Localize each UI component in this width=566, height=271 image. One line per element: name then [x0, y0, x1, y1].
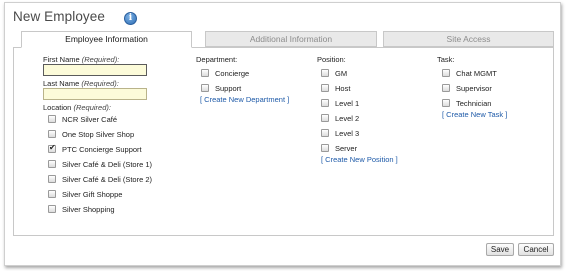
required-hint: (Required):: [81, 55, 120, 64]
location-option[interactable]: PTC Concierge Support: [48, 143, 142, 155]
last-name-field[interactable]: [43, 88, 147, 100]
location-option[interactable]: Silver Café & Deli (Store 2): [48, 173, 152, 185]
location-option-label: Silver Café & Deli (Store 1): [62, 159, 153, 169]
location-option[interactable]: Silver Gift Shoppe: [48, 188, 122, 200]
location-option-label: Silver Café & Deli (Store 2): [62, 174, 153, 184]
department-option[interactable]: Support: [201, 82, 241, 94]
checkbox[interactable]: [321, 144, 329, 152]
create-position-link[interactable]: [ Create New Position ]: [321, 155, 398, 164]
position-option-label: Server: [335, 143, 358, 153]
tab-site-access[interactable]: Site Access: [383, 31, 554, 47]
location-option[interactable]: One Stop Silver Shop: [48, 128, 134, 140]
position-option[interactable]: Server: [321, 142, 357, 154]
task-option-label: Technician: [456, 98, 492, 108]
location-option-label: NCR Silver Café: [62, 114, 118, 124]
info-icon[interactable]: i: [124, 12, 137, 25]
create-task-link[interactable]: [ Create New Task ]: [442, 110, 507, 119]
task-option[interactable]: Chat MGMT: [442, 67, 497, 79]
location-option[interactable]: Silver Café & Deli (Store 1): [48, 158, 152, 170]
checkbox[interactable]: [442, 84, 450, 92]
position-option-label: Level 2: [335, 113, 360, 123]
checkbox[interactable]: [321, 99, 329, 107]
position-option[interactable]: Level 1: [321, 97, 359, 109]
create-department-link[interactable]: [ Create New Department ]: [200, 95, 289, 104]
location-option[interactable]: NCR Silver Café: [48, 113, 117, 125]
required-hint: (Required):: [81, 79, 119, 88]
checkbox[interactable]: [321, 129, 329, 137]
position-option[interactable]: Level 3: [321, 127, 359, 139]
cancel-button[interactable]: Cancel: [518, 243, 554, 256]
checkbox[interactable]: [201, 69, 209, 77]
location-option-label: Silver Gift Shoppe: [62, 189, 123, 199]
position-option-label: Host: [335, 83, 351, 93]
checkbox[interactable]: [48, 205, 56, 213]
first-name-label: First Name (Required):: [43, 55, 119, 64]
employee-information-panel: First Name (Required): Last Name (Requir…: [13, 47, 554, 236]
checkbox[interactable]: [48, 175, 56, 183]
location-option-label: PTC Concierge Support: [62, 144, 142, 154]
first-name-label-text: First Name: [43, 55, 80, 64]
tab-additional-information[interactable]: Additional Information: [205, 31, 377, 47]
checkbox-checked[interactable]: [48, 143, 56, 153]
task-label: Task:: [437, 55, 455, 64]
tab-bar: Employee Information Additional Informat…: [13, 31, 554, 48]
checkbox[interactable]: [201, 84, 209, 92]
location-label-text: Location: [43, 103, 72, 112]
checkbox[interactable]: [442, 69, 450, 77]
task-option-label: Supervisor: [456, 83, 492, 93]
dialog-title: New Employee: [13, 9, 105, 24]
location-option[interactable]: Silver Shopping: [48, 203, 115, 215]
last-name-label: Last Name (Required):: [43, 79, 119, 88]
checkbox[interactable]: [48, 190, 56, 198]
position-option[interactable]: Host: [321, 82, 350, 94]
checkbox[interactable]: [48, 160, 56, 168]
first-name-field[interactable]: [43, 64, 147, 76]
department-option[interactable]: Concierge: [201, 67, 249, 79]
checkbox[interactable]: [48, 130, 56, 138]
task-option[interactable]: Supervisor: [442, 82, 492, 94]
required-hint: (Required):: [73, 103, 111, 112]
position-option[interactable]: Level 2: [321, 112, 359, 124]
department-option-label: Support: [215, 83, 242, 93]
save-button[interactable]: Save: [486, 243, 514, 256]
checkbox[interactable]: [321, 114, 329, 122]
position-label: Position:: [317, 55, 346, 64]
position-option[interactable]: GM: [321, 67, 347, 79]
position-option-label: GM: [335, 68, 348, 78]
checkbox[interactable]: [442, 99, 450, 107]
location-option-label: Silver Shopping: [62, 204, 115, 214]
last-name-label-text: Last Name: [43, 79, 80, 88]
tab-employee-information[interactable]: Employee Information: [21, 31, 192, 48]
location-option-label: One Stop Silver Shop: [62, 129, 135, 139]
checkbox[interactable]: [321, 69, 329, 77]
checkbox[interactable]: [48, 115, 56, 123]
new-employee-dialog: New Employee i Employee Information Addi…: [4, 2, 561, 266]
position-option-label: Level 3: [335, 128, 360, 138]
location-label: Location (Required):: [43, 103, 111, 112]
task-option[interactable]: Technician: [442, 97, 491, 109]
department-option-label: Concierge: [215, 68, 250, 78]
position-option-label: Level 1: [335, 98, 360, 108]
department-label: Department:: [196, 55, 238, 64]
task-option-label: Chat MGMT: [456, 68, 497, 78]
checkbox[interactable]: [321, 84, 329, 92]
